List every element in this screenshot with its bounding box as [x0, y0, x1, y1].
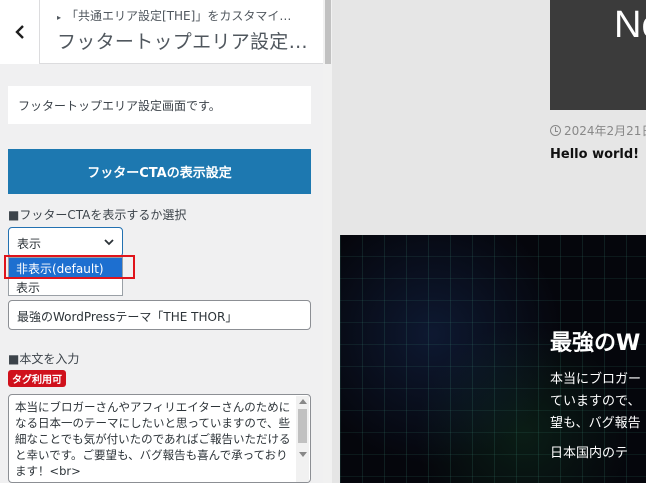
thumbnail-text: Ne: [614, 4, 646, 46]
post-title-link[interactable]: Hello world!: [550, 147, 639, 162]
cta-select-label: ■フッターCTAを表示するか選択: [8, 208, 187, 222]
highlight-annotation: [4, 255, 135, 279]
chevron-left-icon: [14, 25, 24, 39]
tag-allowed-badge: タグ利用可: [8, 370, 66, 387]
breadcrumb-text: 「共通エリア設定[THE]」をカスタマイ…: [66, 9, 292, 23]
scroll-down-icon[interactable]: [299, 452, 307, 457]
breadcrumb: ▸ 「共通エリア設定[THE]」をカスタマイ…: [57, 7, 291, 24]
post-date: 2024年2月21日: [550, 122, 646, 139]
footer-cta-preview: 最強のW 本当にブロガー ていますので、 望も、バグ報告 日本国内のテ: [340, 235, 646, 483]
cta-body-preview-2: 日本国内のテ: [550, 446, 629, 461]
body-label: ■本文を入力: [8, 352, 80, 366]
clock-icon: [550, 125, 561, 136]
panel-header: ▸ 「共通エリア設定[THE]」をカスタマイ… フッタートップエリア設定…: [0, 0, 324, 64]
back-button[interactable]: [0, 0, 40, 64]
textarea-scrollbar[interactable]: [296, 396, 309, 482]
chevron-down-icon: [104, 239, 114, 246]
body-text: 本当にブロガーさんやアフィリエイターさんのために なる日本一のテーマにしたいと思…: [15, 400, 291, 478]
customizer-panel: ▸ 「共通エリア設定[THE]」をカスタマイ… フッタートップエリア設定… フッタ…: [0, 0, 332, 483]
site-preview: Ne 2024年2月21日 Hello world! 最強のW 本当にブロガー …: [340, 0, 646, 483]
cta-select-value: 表示: [17, 237, 42, 251]
section-description: フッタートップエリア設定画面です。: [8, 86, 311, 124]
cta-body-textarea[interactable]: 本当にブロガーさんやアフィリエイターさんのために なる日本一のテーマにしたいと思…: [8, 394, 311, 483]
cta-display-select[interactable]: 表示: [8, 227, 123, 257]
panel-scrollbar-thumb[interactable]: [325, 0, 331, 64]
cta-heading: 最強のW: [550, 331, 641, 356]
option-show[interactable]: 表示: [9, 278, 122, 296]
scroll-up-icon[interactable]: [299, 399, 307, 404]
post-date-text: 2024年2月21日: [564, 124, 646, 138]
panel-scrollbar[interactable]: [323, 0, 332, 483]
textarea-scrollbar-thumb[interactable]: [298, 409, 307, 443]
footer-cta-settings-button[interactable]: フッターCTAの表示設定: [8, 149, 311, 194]
triangle-right-icon: ▸: [57, 13, 62, 22]
cta-body-preview: 本当にブロガー ていますので、 望も、バグ報告: [550, 372, 642, 431]
post-thumbnail[interactable]: Ne: [550, 0, 646, 110]
section-title: フッタートップエリア設定…: [57, 31, 308, 53]
cta-title-input[interactable]: 最強のWordPressテーマ「THE THOR」: [8, 300, 311, 330]
